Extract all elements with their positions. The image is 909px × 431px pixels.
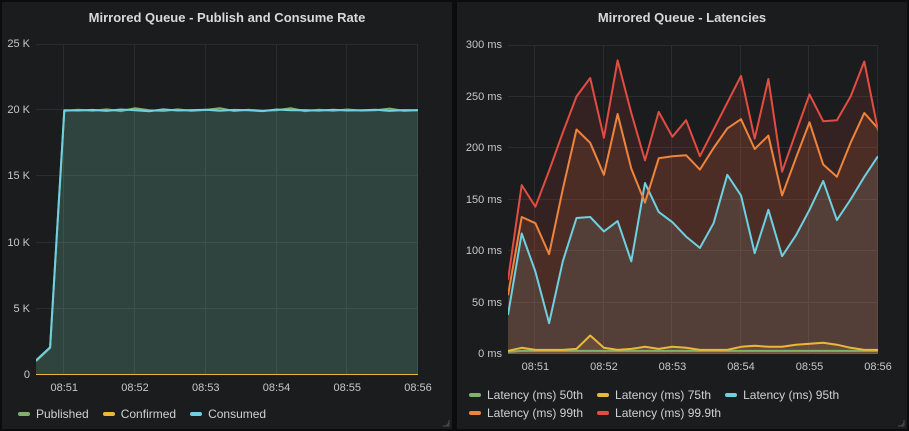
legend-item[interactable]: Latency (ms) 99th xyxy=(469,404,583,421)
series-area xyxy=(508,60,878,354)
legend-item[interactable]: Latency (ms) 95th xyxy=(725,386,839,403)
x-tick-label: 08:52 xyxy=(113,381,157,395)
y-tick-label: 100 ms xyxy=(457,244,502,258)
y-tick-label: 10 K xyxy=(2,236,30,250)
publish-consume-chart[interactable] xyxy=(36,44,418,375)
legend-swatch-icon xyxy=(18,412,30,416)
panel-title[interactable]: Mirrored Queue - Latencies xyxy=(457,10,907,25)
legend-item[interactable]: Latency (ms) 50th xyxy=(469,386,583,403)
y-tick-label: 0 ms xyxy=(457,347,502,361)
legend-swatch-icon xyxy=(597,393,609,397)
legend-item[interactable]: Latency (ms) 99.9th xyxy=(597,404,721,421)
legend-swatch-icon xyxy=(103,412,115,416)
panel-resize-handle-icon[interactable] xyxy=(441,418,450,427)
x-tick-label: 08:55 xyxy=(787,360,831,374)
x-tick-label: 08:51 xyxy=(42,381,86,395)
x-tick-label: 08:55 xyxy=(325,381,369,395)
series-area xyxy=(36,109,418,375)
x-tick-label: 08:53 xyxy=(184,381,228,395)
legend-label: Latency (ms) 95th xyxy=(743,388,839,402)
legend-swatch-icon xyxy=(190,412,202,416)
panel-title[interactable]: Mirrored Queue - Publish and Consume Rat… xyxy=(2,10,452,25)
y-tick-label: 25 K xyxy=(2,37,30,51)
x-tick-label: 08:56 xyxy=(856,360,900,374)
legend-swatch-icon xyxy=(469,411,481,415)
legend-item[interactable]: Published xyxy=(18,405,89,422)
y-tick-label: 200 ms xyxy=(457,141,502,155)
latency-chart-svg xyxy=(508,45,878,354)
legend-label: Latency (ms) 99th xyxy=(487,406,583,420)
legend-label: Consumed xyxy=(208,407,266,421)
legend-swatch-icon xyxy=(725,393,737,397)
legend-label: Confirmed xyxy=(121,407,176,421)
x-tick-label: 08:51 xyxy=(513,360,557,374)
legend-item[interactable]: Confirmed xyxy=(103,405,176,422)
rate-chart-svg xyxy=(36,44,418,375)
dashboard: { "chart_data": [ { "type": "line", "tit… xyxy=(0,0,909,431)
legend-item[interactable]: Consumed xyxy=(190,405,266,422)
x-tick-label: 08:52 xyxy=(582,360,626,374)
y-tick-label: 250 ms xyxy=(457,90,502,104)
legend-label: Published xyxy=(36,407,89,421)
y-tick-label: 5 K xyxy=(2,302,30,316)
latencies-chart[interactable] xyxy=(508,45,878,354)
x-tick-label: 08:54 xyxy=(255,381,299,395)
panel-publish-consume-rate: Mirrored Queue - Publish and Consume Rat… xyxy=(2,2,452,429)
x-tick-label: 08:54 xyxy=(719,360,763,374)
series-line xyxy=(508,351,878,352)
y-tick-label: 20 K xyxy=(2,103,30,117)
legend: Published Confirmed Consumed xyxy=(18,405,438,422)
y-tick-label: 0 xyxy=(2,368,30,382)
y-tick-label: 150 ms xyxy=(457,193,502,207)
legend-label: Latency (ms) 50th xyxy=(487,388,583,402)
legend-swatch-icon xyxy=(597,411,609,415)
y-tick-label: 15 K xyxy=(2,169,30,183)
legend-swatch-icon xyxy=(469,393,481,397)
legend: Latency (ms) 50th Latency (ms) 75th Latenc… xyxy=(469,386,889,421)
legend-label: Latency (ms) 99.9th xyxy=(615,406,721,420)
legend-label: Latency (ms) 75th xyxy=(615,388,711,402)
y-tick-label: 300 ms xyxy=(457,38,502,52)
x-tick-label: 08:56 xyxy=(396,381,440,395)
legend-item[interactable]: Latency (ms) 75th xyxy=(597,386,711,403)
panel-latencies: Mirrored Queue - Latencies Latency (ms) … xyxy=(457,2,907,429)
y-tick-label: 50 ms xyxy=(457,296,502,310)
x-tick-label: 08:53 xyxy=(650,360,694,374)
panel-resize-handle-icon[interactable] xyxy=(896,418,905,427)
